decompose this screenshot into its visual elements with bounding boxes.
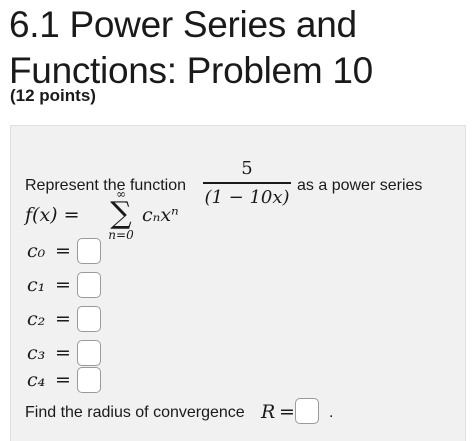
radius-prompt: Find the radius of convergence (25, 404, 245, 421)
points-label: (12 points) (10, 86, 96, 105)
power-series-formula: f(x) = ∞ ∑ n=0 cₙxⁿ (25, 188, 275, 242)
equals-sign: = (279, 401, 295, 423)
sigma-symbol: ∑ (110, 196, 132, 231)
c4-input[interactable] (77, 367, 101, 393)
equals-sign: = (55, 308, 71, 330)
c1-input[interactable] (77, 272, 101, 298)
coefficient-label: c₁ (27, 274, 46, 296)
coefficient-label: c₂ (27, 308, 46, 330)
fraction-numerator: 5 (241, 158, 253, 179)
equals-sign: = (55, 369, 71, 391)
equals-sign: = (55, 274, 71, 296)
radius-input[interactable] (295, 398, 319, 424)
prompt-suffix: as a power series (297, 177, 423, 194)
equals-sign: = (55, 240, 71, 262)
c0-input[interactable] (77, 238, 101, 264)
radius-question: Find the radius of convergence R = . (25, 398, 455, 428)
radius-variable: R (261, 401, 276, 423)
summation: ∞ ∑ n=0 (103, 188, 139, 242)
problem-card: Represent the function 5 (1 − 10x) as a … (10, 125, 466, 441)
coefficient-label: c₃ (27, 342, 46, 364)
series-term: cₙxⁿ (142, 204, 179, 226)
series-lhs: f(x) = (25, 204, 80, 226)
sentence-period: . (329, 404, 334, 421)
c2-input[interactable] (77, 306, 101, 332)
coefficient-label: c₄ (27, 369, 46, 391)
c3-input[interactable] (77, 340, 101, 366)
sigma-lower-limit: n=0 (108, 228, 134, 242)
coefficient-label: c₀ (27, 240, 46, 262)
equals-sign: = (55, 342, 71, 364)
page-title: 6.1 Power Series and Functions: Problem … (9, 4, 373, 91)
fraction-bar (203, 182, 291, 184)
